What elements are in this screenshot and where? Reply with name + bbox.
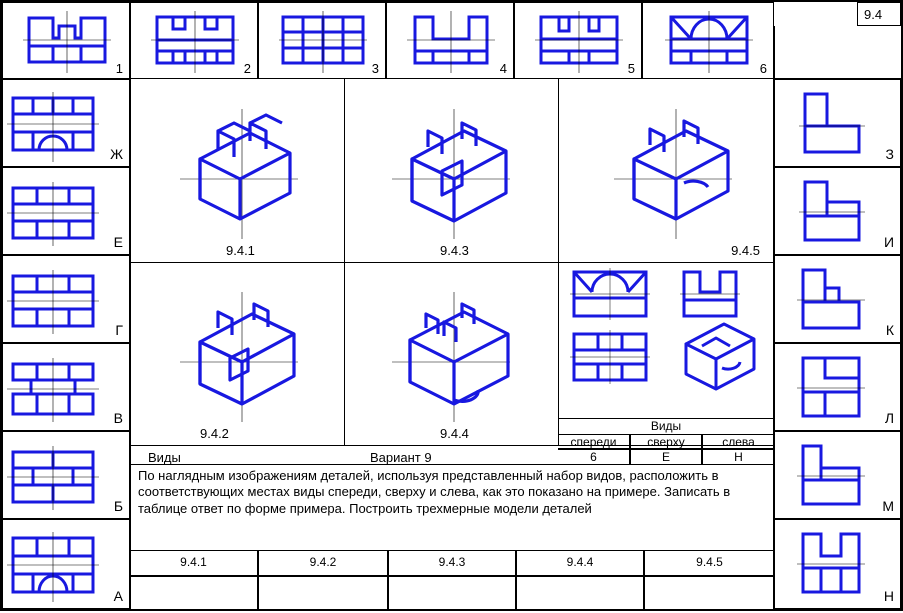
top-view-2-svg	[131, 3, 259, 80]
views-table: Виды спереди сверху слева 6 Е Н	[558, 418, 774, 464]
right-view-k-letter: К	[886, 322, 894, 338]
page-number: 9.4	[857, 2, 901, 26]
left-view-e: Е	[2, 167, 130, 255]
answer-col-5: 9.4.5	[644, 550, 774, 576]
left-view-a-letter: А	[114, 588, 123, 604]
top-view-5-num: 5	[628, 61, 635, 76]
top-view-1: 1	[2, 2, 130, 79]
task-title-row: Виды Вариант 9	[140, 450, 560, 468]
left-view-a-svg	[3, 520, 131, 610]
iso-3-label: 9.4.3	[440, 243, 469, 258]
views-hdr-top: сверху	[630, 434, 702, 449]
left-view-g-svg	[3, 256, 131, 344]
corner-filler	[774, 26, 901, 79]
top-view-6-num: 6	[760, 61, 767, 76]
iso-4-label: 9.4.4	[440, 426, 469, 441]
right-view-l: Л	[774, 343, 901, 431]
top-view-1-svg	[3, 3, 131, 80]
left-view-e-svg	[3, 168, 131, 256]
right-view-n-letter: Н	[884, 588, 894, 604]
task-title: Виды	[148, 450, 181, 465]
example-views-svg	[558, 262, 774, 402]
top-view-6: 6	[642, 2, 774, 79]
top-view-4: 4	[386, 2, 514, 79]
iso-4: 9.4.4	[344, 262, 558, 445]
iso-1-svg	[130, 79, 344, 262]
iso-2-label: 9.4.2	[200, 426, 229, 441]
answer-cell-3[interactable]	[388, 576, 516, 609]
left-view-zh-letter: Ж	[110, 146, 123, 162]
top-view-2-num: 2	[244, 61, 251, 76]
iso-1-label: 9.4.1	[226, 243, 255, 258]
iso-2: 9.4.2	[130, 262, 344, 445]
left-view-v: В	[2, 343, 130, 431]
right-view-z-letter: З	[886, 146, 894, 162]
task-body: По наглядным изображениям деталей, испол…	[138, 468, 768, 542]
answer-cell-2[interactable]	[258, 576, 388, 609]
answer-col-2: 9.4.2	[258, 550, 388, 576]
views-ex-left: Н	[702, 449, 774, 465]
top-view-3: 3	[258, 2, 386, 79]
views-ex-top: Е	[630, 449, 702, 465]
right-view-z: З	[774, 79, 901, 167]
top-view-5-svg	[515, 3, 643, 80]
iso-3-svg	[344, 79, 558, 262]
right-view-i: И	[774, 167, 901, 255]
answer-cell-1[interactable]	[130, 576, 258, 609]
left-view-e-letter: Е	[114, 234, 123, 250]
top-view-1-num: 1	[116, 61, 123, 76]
top-view-5: 5	[514, 2, 642, 79]
left-view-v-svg	[3, 344, 131, 432]
top-view-4-num: 4	[500, 61, 507, 76]
iso-1: 9.4.1	[130, 79, 344, 262]
top-view-4-svg	[387, 3, 515, 80]
top-view-2: 2	[130, 2, 258, 79]
answer-col-3: 9.4.3	[388, 550, 516, 576]
top-view-3-svg	[259, 3, 387, 80]
right-view-i-svg	[775, 168, 902, 256]
right-view-z-svg	[775, 80, 902, 168]
views-hdr-left: слева	[702, 434, 774, 449]
right-view-l-letter: Л	[885, 410, 894, 426]
answer-col-1: 9.4.1	[130, 550, 258, 576]
right-view-k-svg	[775, 256, 902, 344]
top-view-3-num: 3	[372, 61, 379, 76]
right-view-k: К	[774, 255, 901, 343]
top-view-6-svg	[643, 3, 775, 80]
left-view-v-letter: В	[114, 410, 123, 426]
answer-cell-5[interactable]	[644, 576, 774, 609]
right-view-i-letter: И	[884, 234, 894, 250]
left-view-b-letter: Б	[114, 498, 123, 514]
iso-3: 9.4.3	[344, 79, 558, 262]
right-view-m: М	[774, 431, 901, 519]
drawing-sheet: 9.4 1	[0, 0, 903, 611]
answer-cell-4[interactable]	[516, 576, 644, 609]
left-view-g-letter: Г	[115, 322, 123, 338]
iso-2-svg	[130, 262, 344, 445]
iso-5-label: 9.4.5	[731, 243, 760, 258]
left-view-zh: Ж	[2, 79, 130, 167]
right-view-n: Н	[774, 519, 901, 609]
left-view-a: А	[2, 519, 130, 609]
variant-label: Вариант 9	[370, 450, 432, 465]
title-underline	[130, 464, 774, 465]
iso-5: 9.4.5	[558, 79, 774, 262]
views-table-title: Виды	[558, 419, 774, 434]
views-hdr-front: спереди	[558, 434, 630, 449]
left-view-b-svg	[3, 432, 131, 520]
right-view-l-svg	[775, 344, 902, 432]
iso-5-svg	[558, 79, 774, 262]
left-view-b: Б	[2, 431, 130, 519]
answer-col-4: 9.4.4	[516, 550, 644, 576]
views-ex-front: 6	[558, 449, 630, 465]
left-view-g: Г	[2, 255, 130, 343]
right-view-m-letter: М	[882, 498, 894, 514]
iso-4-svg	[344, 262, 558, 445]
